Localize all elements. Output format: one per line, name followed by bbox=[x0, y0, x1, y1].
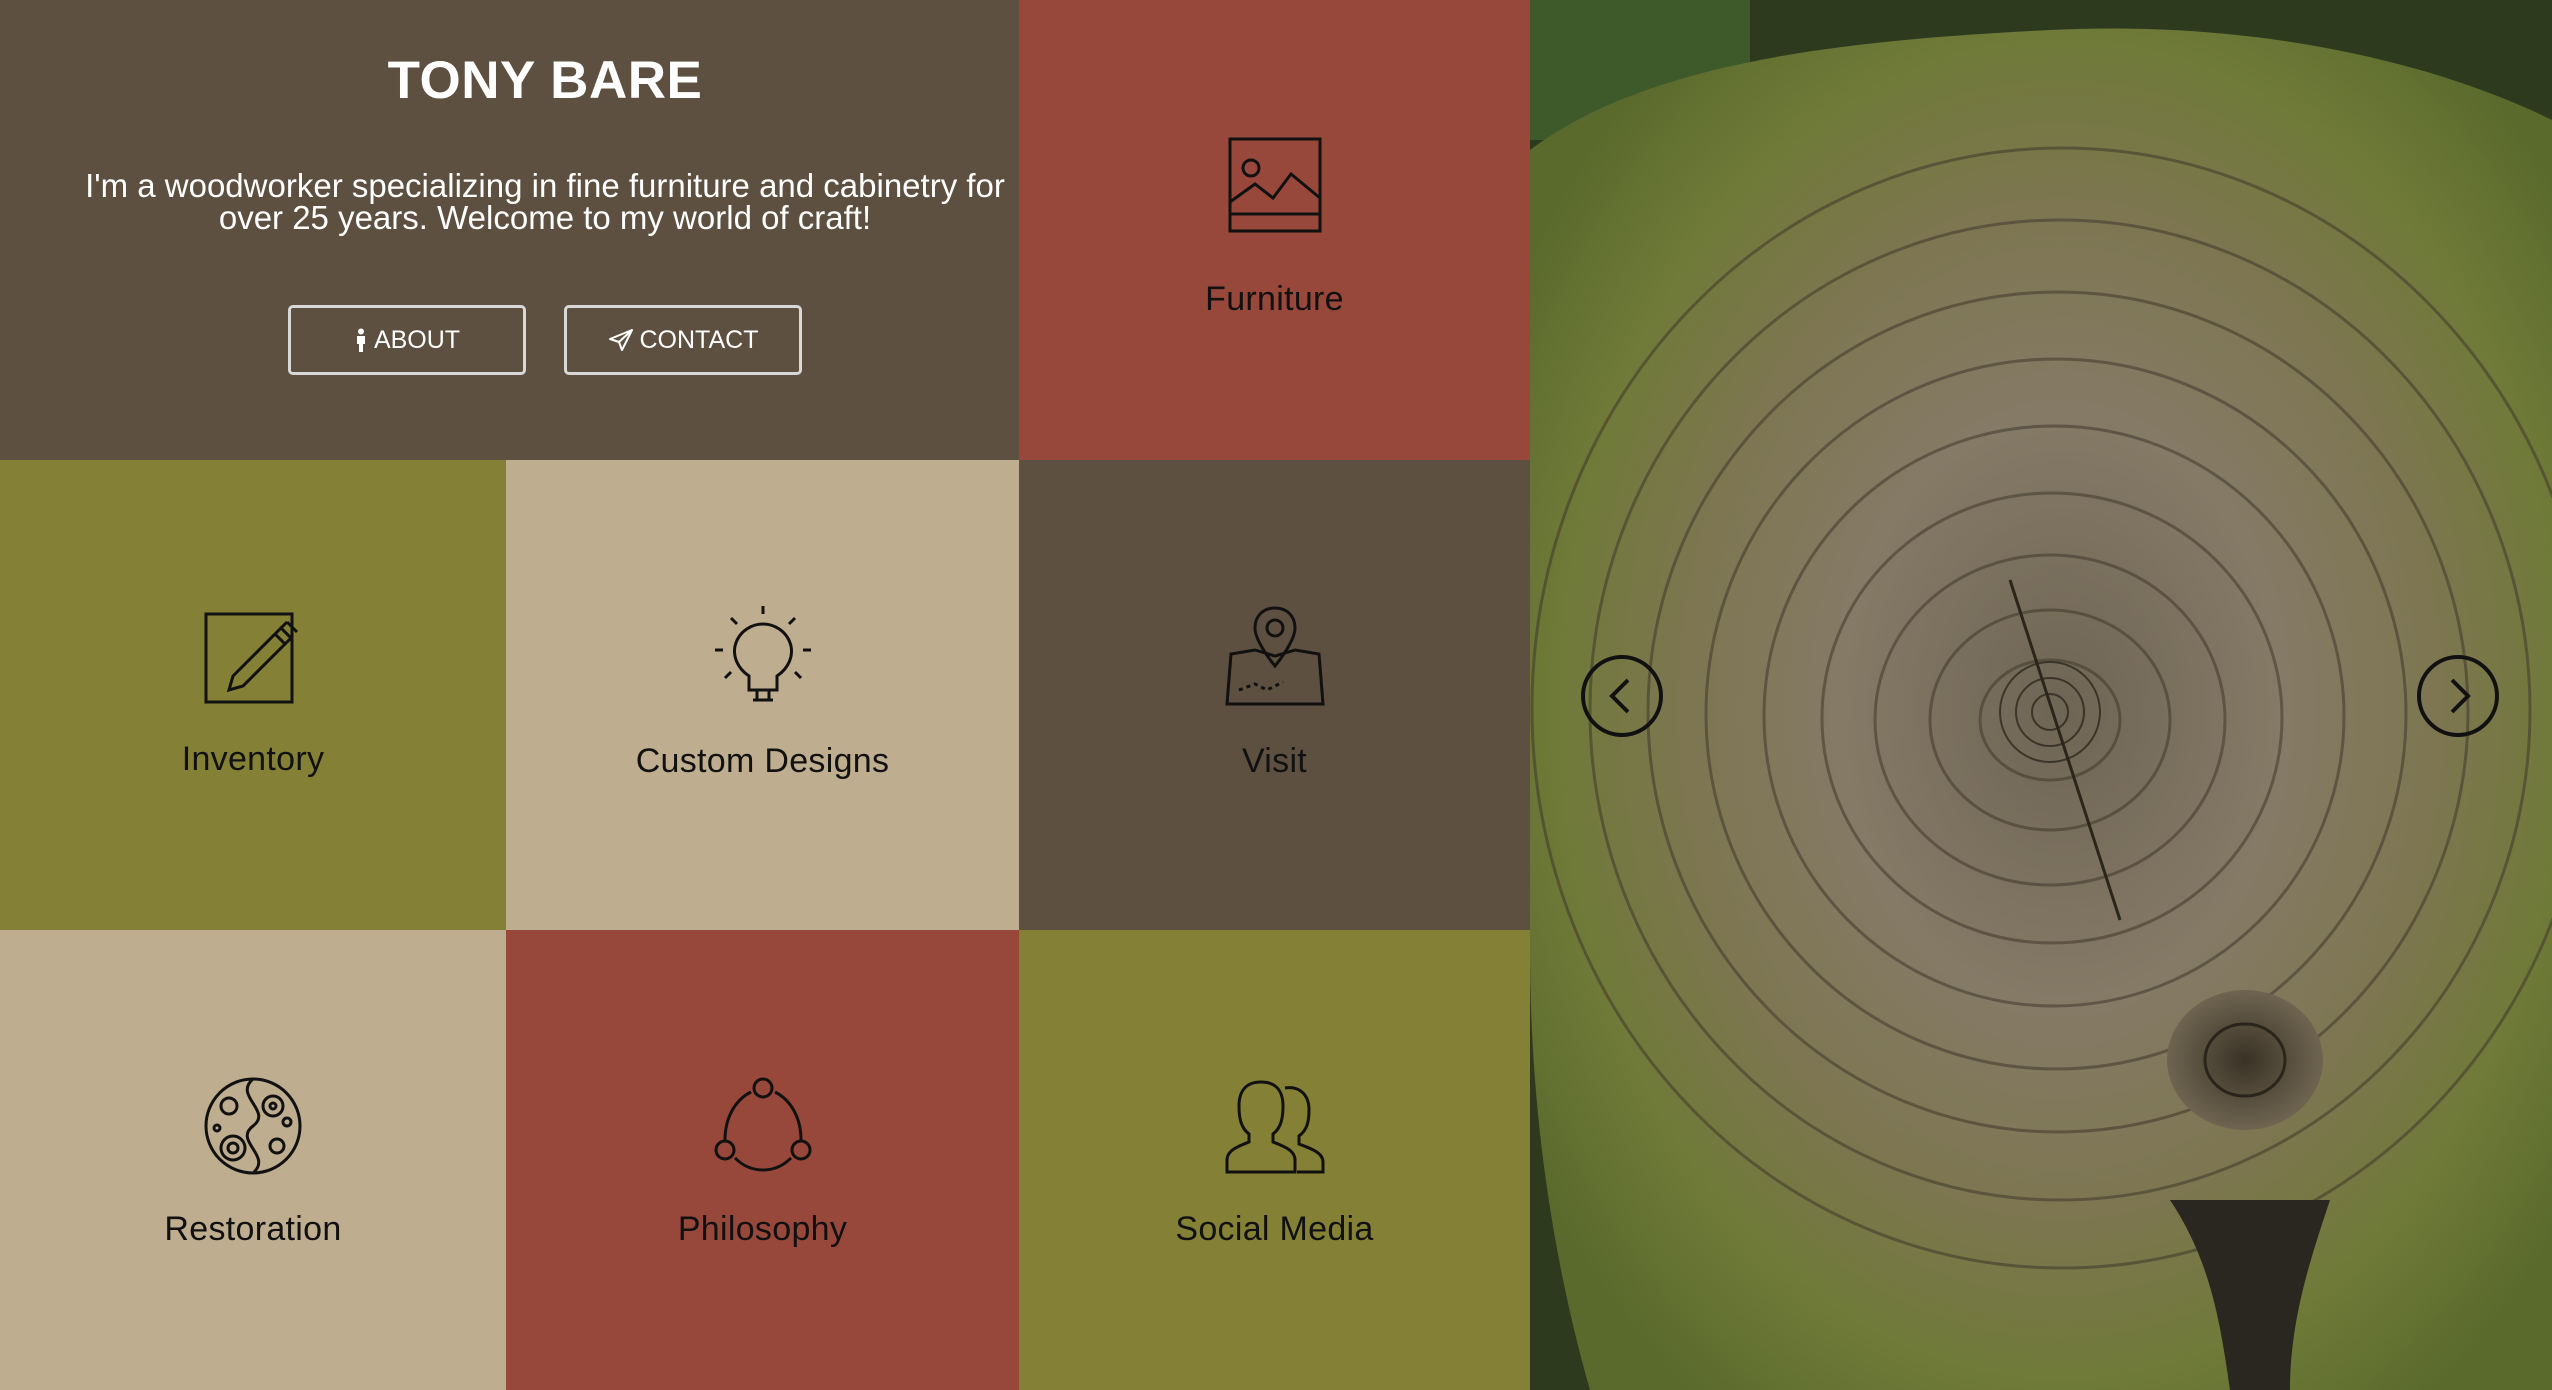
tree-rings-photo bbox=[1530, 0, 2552, 1390]
site-description: I'm a woodworker specializing in fine fu… bbox=[85, 167, 1005, 236]
tile-social-media[interactable]: Social Media bbox=[1019, 930, 1530, 1390]
contact-button-label: CONTACT bbox=[639, 325, 759, 354]
about-button-label: ABOUT bbox=[373, 325, 461, 354]
chevron-left-icon bbox=[1581, 655, 1663, 737]
tile-furniture-label: Furniture bbox=[1205, 280, 1344, 318]
tile-inventory[interactable]: Inventory bbox=[0, 460, 506, 930]
edit-icon bbox=[204, 612, 299, 704]
tile-social-media-label: Social Media bbox=[1175, 1210, 1374, 1248]
slider-prev-button[interactable] bbox=[1580, 654, 1664, 738]
tile-custom-designs[interactable]: Custom Designs bbox=[506, 460, 1019, 930]
person-icon bbox=[356, 328, 365, 352]
tile-visit-label: Visit bbox=[1241, 742, 1308, 780]
users-icon bbox=[1225, 1080, 1324, 1174]
tile-restoration[interactable]: Restoration bbox=[0, 930, 506, 1390]
tile-furniture[interactable]: Furniture bbox=[1019, 0, 1530, 460]
site-title: TONY BARE bbox=[387, 51, 703, 110]
contact-button[interactable]: CONTACT bbox=[564, 305, 802, 375]
image-icon bbox=[1228, 137, 1321, 233]
tile-custom-designs-label: Custom Designs bbox=[635, 742, 890, 780]
hero-panel: TONY BARE I'm a woodworker specializing … bbox=[0, 0, 1019, 460]
map-pin-icon bbox=[1224, 606, 1325, 706]
tile-restoration-label: Restoration bbox=[164, 1210, 342, 1248]
tile-philosophy[interactable]: Philosophy bbox=[506, 930, 1019, 1390]
tile-philosophy-label: Philosophy bbox=[677, 1210, 848, 1248]
slider-next-button[interactable] bbox=[2416, 654, 2500, 738]
gears-icon bbox=[204, 1077, 302, 1175]
tile-visit[interactable]: Visit bbox=[1019, 460, 1530, 930]
paper-plane-icon bbox=[608, 329, 633, 351]
tile-inventory-label: Inventory bbox=[181, 740, 325, 778]
about-button[interactable]: ABOUT bbox=[288, 305, 526, 375]
cycle-icon bbox=[714, 1077, 811, 1172]
lightbulb-icon bbox=[714, 606, 811, 702]
chevron-right-icon bbox=[2417, 655, 2499, 737]
tree-stump-image bbox=[1530, 0, 2552, 1390]
